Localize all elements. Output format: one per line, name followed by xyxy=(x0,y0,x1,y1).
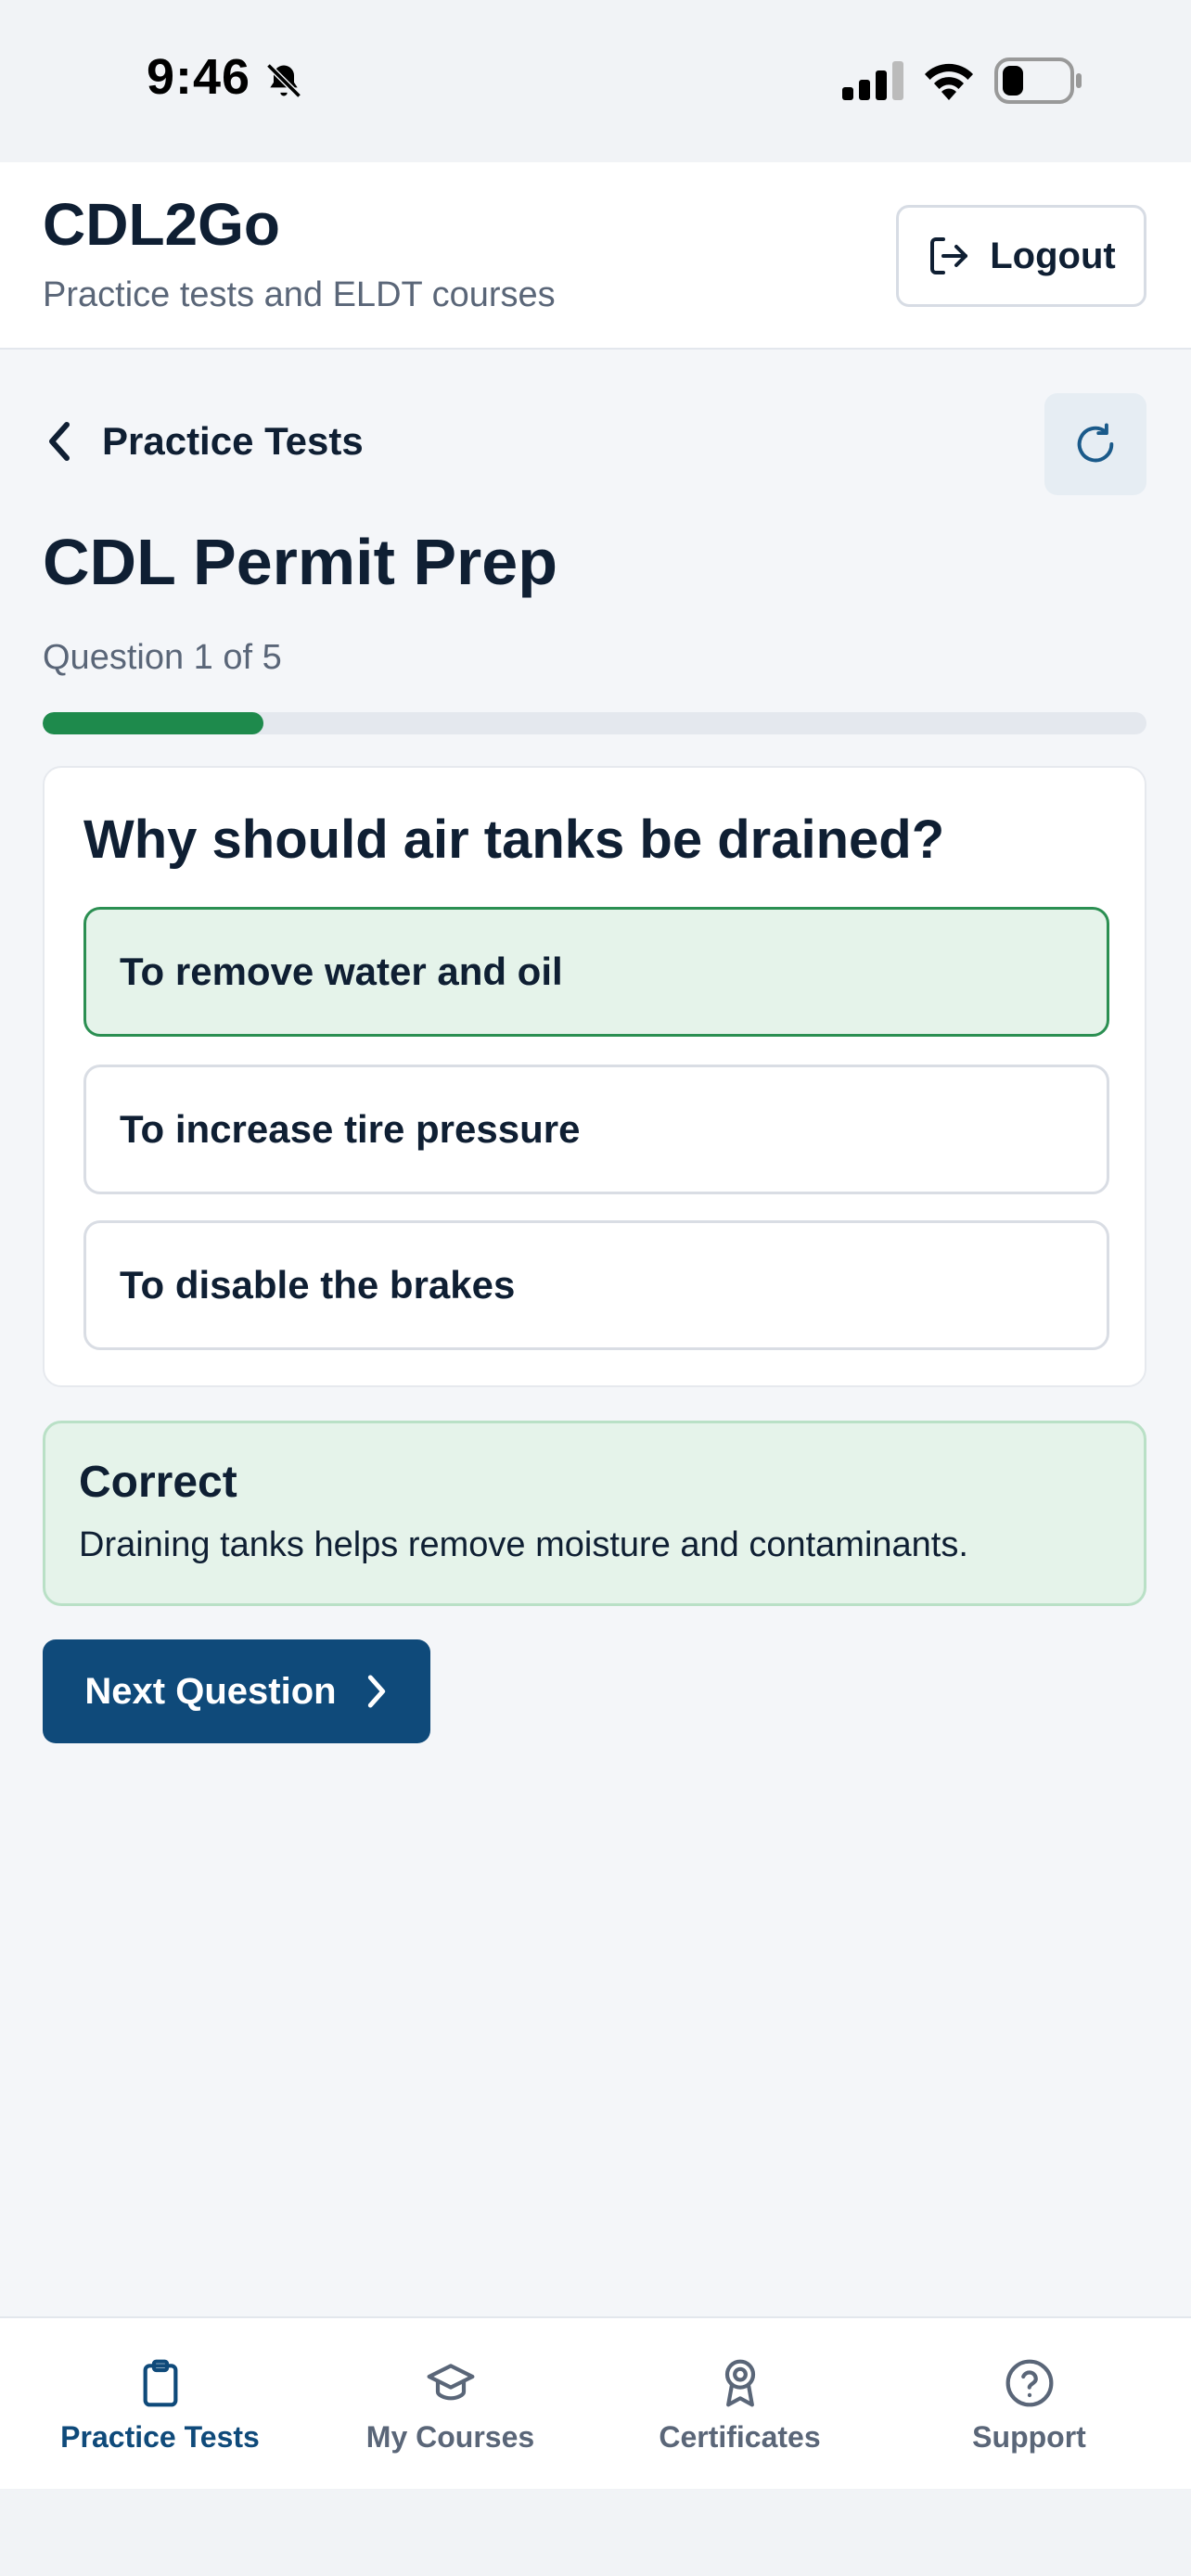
battery-icon xyxy=(994,57,1082,104)
question-text: Why should air tanks be drained? xyxy=(83,810,945,870)
refresh-icon xyxy=(1077,423,1114,463)
clipboard-icon xyxy=(143,2359,177,2407)
answer-option-2[interactable]: To increase tire pressure xyxy=(83,1065,1109,1194)
feedback-text: Draining tanks helps remove moisture and… xyxy=(79,1525,968,1564)
app-title: CDL2Go xyxy=(43,191,280,258)
help-circle-icon xyxy=(1005,2359,1053,2407)
bell-slash-icon xyxy=(266,63,301,98)
next-question-button[interactable]: Next Question xyxy=(43,1639,430,1743)
refresh-button[interactable] xyxy=(1044,393,1146,495)
award-icon xyxy=(724,2359,755,2407)
progress-bar xyxy=(43,712,1146,734)
status-bar: 9:46 xyxy=(0,0,1191,162)
tab-certificates[interactable]: Certificates xyxy=(591,2318,889,2491)
back-to-practice-tests[interactable]: Practice Tests xyxy=(43,404,364,478)
chevron-left-icon xyxy=(49,422,70,461)
tab-my-courses[interactable]: My Courses xyxy=(301,2318,599,2491)
bottom-tab-bar: Practice Tests My Courses Certificates S… xyxy=(0,2316,1191,2489)
app-header: CDL2Go Practice tests and ELDT courses L… xyxy=(0,162,1191,350)
tab-practice-tests[interactable]: Practice Tests xyxy=(11,2318,309,2491)
tab-label: Support xyxy=(972,2420,1086,2454)
tab-label: Certificates xyxy=(659,2420,821,2454)
graduation-cap-icon xyxy=(427,2364,474,2401)
feedback-title: Correct xyxy=(79,1458,237,1507)
tab-label: Practice Tests xyxy=(60,2420,260,2454)
tab-support[interactable]: Support xyxy=(880,2318,1178,2491)
answer-option-1[interactable]: To remove water and oil xyxy=(83,907,1109,1037)
signal-icon xyxy=(842,61,903,100)
feedback-box: Correct Draining tanks helps remove mois… xyxy=(43,1421,1146,1606)
home-indicator-area xyxy=(0,2489,1191,2576)
question-card: Why should air tanks be drained? To remo… xyxy=(43,766,1146,1387)
logout-icon xyxy=(930,237,968,274)
logout-button[interactable]: Logout xyxy=(896,205,1146,307)
next-question-label: Next Question xyxy=(84,1670,337,1712)
chevron-right-icon xyxy=(367,1675,385,1708)
app-subtitle: Practice tests and ELDT courses xyxy=(43,275,556,314)
answer-option-3[interactable]: To disable the brakes xyxy=(83,1220,1109,1350)
status-time: 9:46 xyxy=(147,49,251,105)
tab-label: My Courses xyxy=(365,2420,535,2454)
wifi-icon xyxy=(925,63,973,100)
question-counter: Question 1 of 5 xyxy=(43,638,282,677)
back-label: Practice Tests xyxy=(102,419,364,463)
logout-label: Logout xyxy=(990,235,1116,276)
page-title: CDL Permit Prep xyxy=(43,526,557,598)
progress-bar-fill xyxy=(43,712,263,734)
